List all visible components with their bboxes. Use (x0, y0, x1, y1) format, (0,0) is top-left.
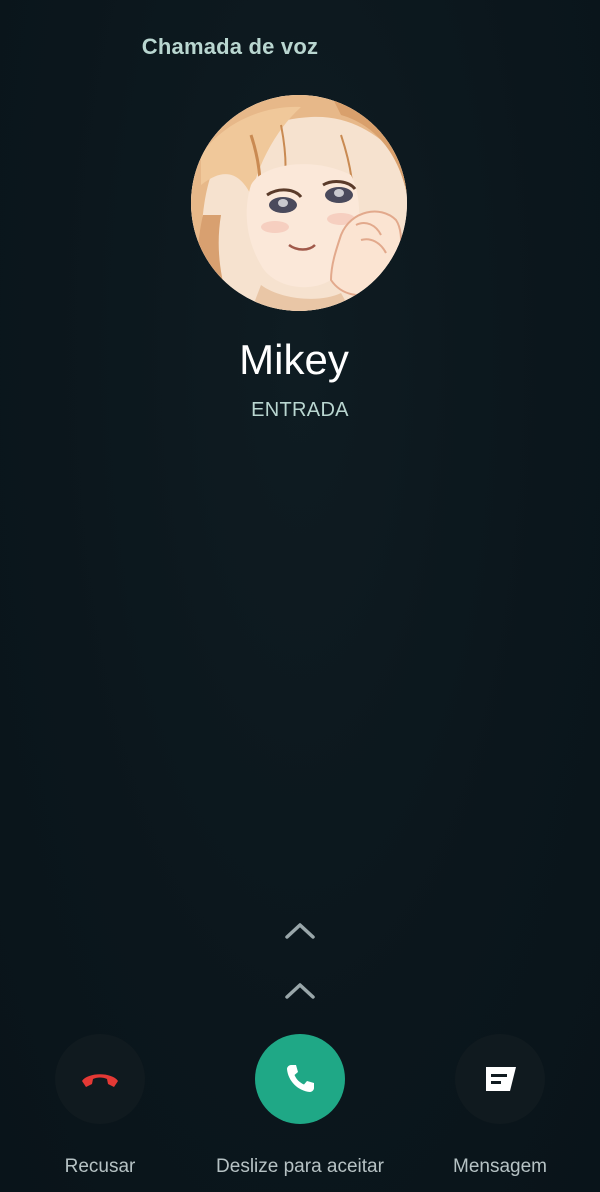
chevron-up-icon (285, 923, 315, 939)
message-label: Mensagem (453, 1156, 547, 1177)
message-button[interactable] (455, 1034, 545, 1124)
call-status: ENTRADA (251, 399, 349, 421)
accept-label: Deslize para aceitar (216, 1156, 384, 1177)
message-icon (486, 1067, 516, 1091)
contact-avatar (191, 95, 407, 311)
caller-name: Mikey (239, 336, 349, 383)
avatar-illustration (191, 95, 407, 311)
call-type-title: Chamada de voz (141, 34, 319, 59)
chevron-up-icon (285, 983, 315, 999)
decline-call-button[interactable] (55, 1034, 145, 1124)
accept-call-button[interactable] (255, 1034, 345, 1124)
incoming-call-screen: Chamada de voz Mikey ENTRADA Recusar Des… (0, 0, 600, 1192)
decline-label: Recusar (64, 1156, 136, 1177)
hang-up-icon (82, 1074, 118, 1087)
phone-icon (287, 1065, 314, 1092)
